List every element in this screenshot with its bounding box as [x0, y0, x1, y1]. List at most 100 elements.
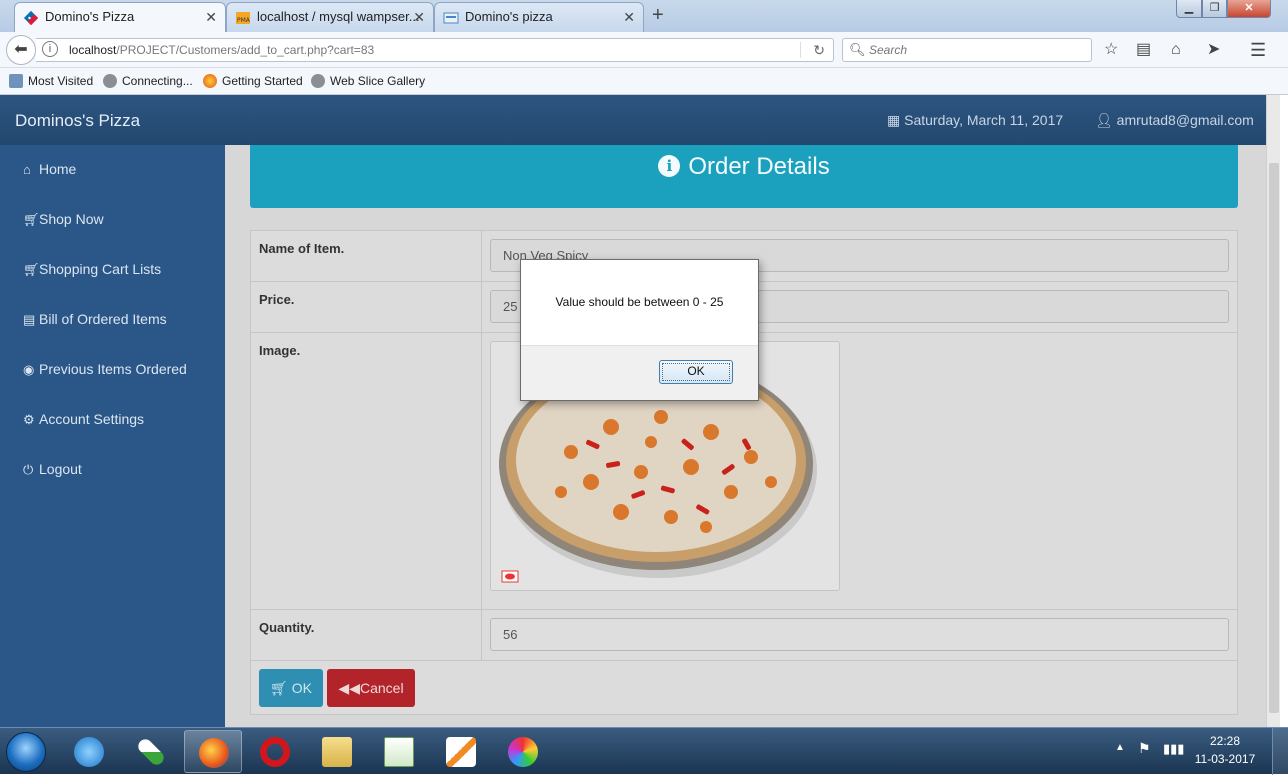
ok-button[interactable]: 🛒︎ OK [259, 669, 323, 707]
sidebar-item-label: Previous Items Ordered [39, 361, 187, 377]
tray-expand-icon[interactable]: ▲ [1115, 742, 1125, 753]
url-text[interactable]: localhost/PROJECT/Customers/add_to_cart.… [69, 43, 374, 57]
send-icon[interactable]: ➤ [1207, 41, 1220, 59]
user-icon: 👤︎ [1095, 112, 1117, 128]
page-title-text: Order Details [688, 153, 830, 180]
column-divider [481, 282, 482, 332]
reading-list-icon[interactable]: ▤ [1136, 41, 1151, 59]
quantity-input[interactable]: 56 [490, 618, 1229, 651]
menu-icon[interactable]: ☰ [1250, 41, 1266, 59]
page-favicon-icon [443, 12, 459, 24]
main-content: i Order Details Name of Item. Non Veg Spi… [225, 145, 1266, 727]
window-close-button[interactable]: ✕ [1227, 0, 1271, 18]
folder-icon [322, 737, 352, 767]
clock-date[interactable]: 11-03-2017 [1190, 752, 1260, 766]
internet-explorer-icon [74, 737, 104, 767]
windows-taskbar: ▲ ⚑ ▮▮▮ 22:28 11-03-2017 [0, 727, 1288, 775]
sidebar-item-account-settings[interactable]: ⚙ Account Settings [23, 411, 144, 428]
window-minimize-button[interactable]: ▁ [1176, 0, 1202, 18]
header-date: ▦ Saturday, March 11, 2017 [887, 112, 1063, 129]
sidebar-item-label: Account Settings [39, 411, 145, 427]
reload-icon[interactable]: ↻ [813, 42, 825, 59]
alert-dialog: Value should be between 0 - 25 OK [520, 259, 759, 401]
tab-phpmyadmin[interactable]: PMA localhost / mysql wampser... ✕ [226, 2, 434, 32]
tab-title: localhost / mysql wampser... [257, 9, 420, 24]
opera-icon [260, 737, 290, 767]
price-label: Price. [259, 292, 295, 307]
tab-close-icon[interactable]: ✕ [205, 3, 217, 31]
scrollbar-thumb[interactable] [1269, 163, 1279, 713]
network-icon[interactable]: ▮▮▮ [1163, 741, 1184, 757]
tab-close-icon[interactable]: ✕ [623, 3, 635, 31]
sidebar-item-home[interactable]: ⌂ Home [23, 161, 76, 177]
list-icon: ▤ [23, 312, 36, 327]
cancel-button[interactable]: ◀◀Cancel [327, 669, 415, 707]
app-header: Dominos's Pizza ▦ Saturday, March 11, 20… [0, 95, 1266, 145]
search-bar[interactable]: 🔍︎ [842, 38, 1092, 62]
globe-icon [311, 74, 325, 88]
start-button[interactable] [6, 732, 46, 772]
bookmark-label: Most Visited [28, 74, 94, 88]
tab-close-icon[interactable]: ✕ [413, 3, 425, 31]
browser-tab-bar: Domino's Pizza ✕ PMA localhost / mysql w… [0, 0, 1288, 32]
bookmark-getting-started[interactable]: Getting Started [203, 74, 303, 88]
search-icon: 🔍︎ [849, 42, 866, 57]
image-label: Image. [259, 343, 301, 358]
sidebar-item-shopping-cart-lists[interactable]: 🛒︎Shopping Cart Lists [23, 261, 161, 278]
page-title: i Order Details [250, 153, 1238, 181]
taskbar-sublime-text[interactable] [432, 730, 490, 773]
column-divider [481, 610, 482, 660]
bookmark-label: Getting Started [222, 74, 303, 88]
phpmyadmin-favicon-icon: PMA [236, 12, 251, 24]
sidebar-item-label: Home [39, 161, 77, 177]
bookmark-connecting[interactable]: Connecting... [103, 74, 193, 88]
sidebar-item-bill-of-ordered-items[interactable]: ▤ Bill of Ordered Items [23, 311, 167, 328]
clock-time[interactable]: 22:28 [1200, 734, 1250, 748]
sidebar-item-shop-now[interactable]: 🛒︎Shop Now [23, 211, 104, 228]
back-arrow-icon: ⬅ [14, 41, 28, 58]
notepad-icon [384, 737, 414, 767]
taskbar-firefox[interactable] [184, 730, 242, 773]
window-maximize-button[interactable]: ❐ [1202, 0, 1227, 18]
back-button[interactable]: ⬅ [6, 35, 36, 65]
backward-icon: ◀◀ [338, 680, 360, 696]
sidebar-item-logout[interactable]: ⏻ Logout [23, 461, 82, 478]
ok-button-label: OK [291, 680, 312, 696]
cart-icon: 🛒︎ [23, 212, 40, 227]
sidebar-item-previous-items-ordered[interactable]: ◉ Previous Items Ordered [23, 361, 187, 378]
bookmark-web-slice-gallery[interactable]: Web Slice Gallery [311, 74, 425, 88]
alert-footer: OK [521, 345, 758, 400]
home-icon[interactable]: ⌂ [1171, 41, 1181, 59]
taskbar-notepad-plus[interactable] [370, 730, 428, 773]
vertical-scrollbar[interactable] [1266, 95, 1280, 727]
firefox-icon [203, 74, 217, 88]
tab-title: Domino's Pizza [45, 9, 135, 24]
bookmark-label: Web Slice Gallery [330, 74, 426, 88]
url-path: /PROJECT/Customers/add_to_cart.php?cart=… [116, 43, 375, 57]
taskbar-paint[interactable] [494, 730, 552, 773]
taskbar-app-capsule[interactable] [122, 730, 180, 773]
quantity-label: Quantity. [259, 620, 315, 635]
date-text: Saturday, March 11, 2017 [904, 112, 1064, 128]
power-icon: ⏻ [23, 462, 34, 477]
svg-text:PMA: PMA [237, 17, 251, 24]
new-tab-button[interactable]: + [652, 4, 664, 26]
editor-icon [446, 737, 476, 767]
site-info-icon[interactable]: i [42, 41, 58, 57]
header-user[interactable]: 👤︎ amrutad8@gmail.com [1095, 112, 1254, 129]
show-desktop-button[interactable] [1272, 728, 1288, 775]
tab-dominos-pizza[interactable]: Domino's Pizza ✕ [14, 2, 226, 32]
bookmark-star-icon[interactable]: ☆ [1104, 41, 1118, 59]
search-input[interactable] [867, 41, 1082, 59]
browser-navigation-bar: ⬅ i localhost/PROJECT/Customers/add_to_c… [0, 32, 1288, 68]
taskbar-file-explorer[interactable] [308, 730, 366, 773]
taskbar-internet-explorer[interactable] [60, 730, 118, 773]
url-bar[interactable]: i localhost/PROJECT/Customers/add_to_car… [36, 38, 834, 62]
alert-ok-button[interactable]: OK [659, 360, 733, 384]
brand-title[interactable]: Dominos's Pizza [15, 111, 140, 131]
tab-dominos-pizza-2[interactable]: Domino's pizza ✕ [434, 2, 644, 32]
bookmark-most-visited[interactable]: Most Visited [9, 74, 93, 88]
item-name-label: Name of Item. [259, 241, 345, 256]
action-center-flag-icon[interactable]: ⚑ [1138, 740, 1151, 757]
taskbar-opera[interactable] [246, 730, 304, 773]
